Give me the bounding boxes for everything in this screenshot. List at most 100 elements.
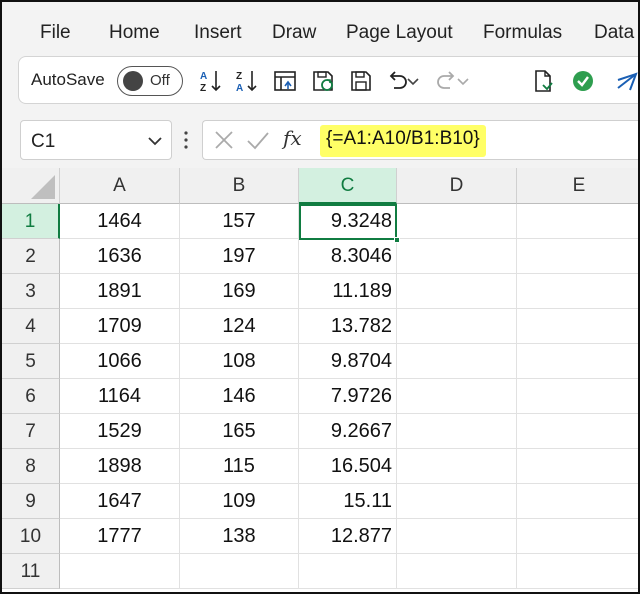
cell-b6[interactable]: 146 <box>180 379 299 414</box>
menu-file[interactable]: File <box>40 22 71 44</box>
cell-d1[interactable] <box>397 204 517 239</box>
cell-a7[interactable]: 1529 <box>60 414 180 449</box>
row-header-5[interactable]: 5 <box>2 344 60 379</box>
cell-e10[interactable] <box>517 519 638 554</box>
cell-b5[interactable]: 108 <box>180 344 299 379</box>
menu-formulas[interactable]: Formulas <box>483 22 562 44</box>
pivot-table-icon[interactable] <box>269 65 301 97</box>
cell-d8[interactable] <box>397 449 517 484</box>
cell-e11[interactable] <box>517 554 638 589</box>
menu-home[interactable]: Home <box>109 22 160 44</box>
cell-c1[interactable]: 9.3248 <box>299 204 397 239</box>
sort-descending-icon[interactable]: ZA <box>231 65 263 97</box>
cell-a3[interactable]: 1891 <box>60 274 180 309</box>
autosave-toggle[interactable]: Off <box>117 66 183 96</box>
row-header-1[interactable]: 1 <box>2 204 60 239</box>
cell-d2[interactable] <box>397 239 517 274</box>
cell-a1[interactable]: 1464 <box>60 204 180 239</box>
cell-c3[interactable]: 11.189 <box>299 274 397 309</box>
column-header-a[interactable]: A <box>60 168 180 204</box>
cell-c2[interactable]: 8.3046 <box>299 239 397 274</box>
menu-data[interactable]: Data <box>594 22 634 44</box>
cell-b2[interactable]: 197 <box>180 239 299 274</box>
cell-a2[interactable]: 1636 <box>60 239 180 274</box>
cell-d3[interactable] <box>397 274 517 309</box>
row-header-4[interactable]: 4 <box>2 309 60 344</box>
undo-dropdown-icon[interactable] <box>405 65 421 97</box>
cell-d4[interactable] <box>397 309 517 344</box>
cell-e8[interactable] <box>517 449 638 484</box>
menu-draw[interactable]: Draw <box>272 22 316 44</box>
cell-e3[interactable] <box>517 274 638 309</box>
cell-b11[interactable] <box>180 554 299 589</box>
row-header-3[interactable]: 3 <box>2 274 60 309</box>
column-header-c[interactable]: C <box>299 168 397 204</box>
send-icon[interactable] <box>611 65 638 97</box>
column-header-d[interactable]: D <box>397 168 517 204</box>
menu-page-layout[interactable]: Page Layout <box>346 22 453 44</box>
cell-a5[interactable]: 1066 <box>60 344 180 379</box>
cell-b1[interactable]: 157 <box>180 204 299 239</box>
cell-d6[interactable] <box>397 379 517 414</box>
check-circle-icon[interactable] <box>567 65 599 97</box>
cell-b7[interactable]: 165 <box>180 414 299 449</box>
cell-b4[interactable]: 124 <box>180 309 299 344</box>
cell-e9[interactable] <box>517 484 638 519</box>
chevron-down-icon[interactable] <box>147 133 163 149</box>
cell-c8[interactable]: 16.504 <box>299 449 397 484</box>
fill-handle[interactable] <box>394 237 400 243</box>
insert-function-button[interactable]: fx <box>283 126 302 150</box>
row-header-11[interactable]: 11 <box>2 554 60 589</box>
cell-e4[interactable] <box>517 309 638 344</box>
cell-b10[interactable]: 138 <box>180 519 299 554</box>
cell-e2[interactable] <box>517 239 638 274</box>
document-icon[interactable] <box>527 65 559 97</box>
cell-d9[interactable] <box>397 484 517 519</box>
cell-c4[interactable]: 13.782 <box>299 309 397 344</box>
refresh-save-icon[interactable] <box>307 65 339 97</box>
cell-a11[interactable] <box>60 554 180 589</box>
cell-c5[interactable]: 9.8704 <box>299 344 397 379</box>
cell-c6[interactable]: 7.9726 <box>299 379 397 414</box>
save-icon[interactable] <box>345 65 377 97</box>
row-header-2[interactable]: 2 <box>2 239 60 274</box>
redo-dropdown-icon[interactable] <box>455 65 471 97</box>
cell-c11[interactable] <box>299 554 397 589</box>
cell-d7[interactable] <box>397 414 517 449</box>
cell-e7[interactable] <box>517 414 638 449</box>
more-options-icon[interactable] <box>184 130 188 150</box>
cell-d10[interactable] <box>397 519 517 554</box>
autosave-label: AutoSave <box>31 70 105 89</box>
formula-input[interactable]: {=A1:A10/B1:B10} <box>314 120 638 160</box>
cell-a8[interactable]: 1898 <box>60 449 180 484</box>
column-header-b[interactable]: B <box>180 168 299 204</box>
cell-a6[interactable]: 1164 <box>60 379 180 414</box>
cell-c7[interactable]: 9.2667 <box>299 414 397 449</box>
cell-e5[interactable] <box>517 344 638 379</box>
cell-b9[interactable]: 109 <box>180 484 299 519</box>
name-box[interactable]: C1 <box>20 120 172 160</box>
sort-ascending-icon[interactable]: AZ <box>195 65 227 97</box>
cell-b3[interactable]: 169 <box>180 274 299 309</box>
row-header-9[interactable]: 9 <box>2 484 60 519</box>
cancel-icon[interactable] <box>213 129 235 151</box>
cell-c10[interactable]: 12.877 <box>299 519 397 554</box>
cell-c9[interactable]: 15.11 <box>299 484 397 519</box>
cell-a10[interactable]: 1777 <box>60 519 180 554</box>
select-all-button[interactable] <box>2 168 60 204</box>
row-header-10[interactable]: 10 <box>2 519 60 554</box>
cell-a4[interactable]: 1709 <box>60 309 180 344</box>
cell-e1[interactable] <box>517 204 638 239</box>
row-header-7[interactable]: 7 <box>2 414 60 449</box>
row-header-6[interactable]: 6 <box>2 379 60 414</box>
cell-d5[interactable] <box>397 344 517 379</box>
formula-text: {=A1:A10/B1:B10} <box>320 125 486 157</box>
row-header-8[interactable]: 8 <box>2 449 60 484</box>
menu-insert[interactable]: Insert <box>194 22 242 44</box>
enter-check-icon[interactable] <box>245 129 271 151</box>
cell-b8[interactable]: 115 <box>180 449 299 484</box>
column-header-e[interactable]: E <box>517 168 638 204</box>
cell-e6[interactable] <box>517 379 638 414</box>
cell-d11[interactable] <box>397 554 517 589</box>
cell-a9[interactable]: 1647 <box>60 484 180 519</box>
